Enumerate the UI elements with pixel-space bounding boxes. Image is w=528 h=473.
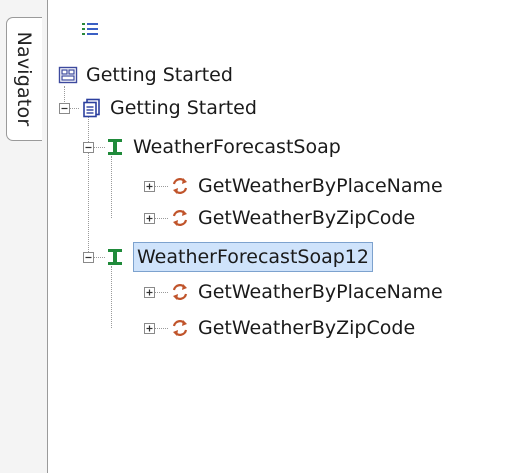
tree-item-label: GetWeatherByPlaceName xyxy=(198,281,443,303)
tree-connector xyxy=(155,328,168,329)
expand-icon[interactable] xyxy=(144,213,155,224)
interface-icon xyxy=(108,139,122,155)
expand-icon[interactable] xyxy=(144,287,155,298)
collapse-icon[interactable] xyxy=(83,142,94,153)
tree-connector xyxy=(111,156,112,218)
tree-connector xyxy=(88,116,89,256)
document-icon xyxy=(83,98,100,118)
navigator-panel: Getting Started Getting Started WeatherF… xyxy=(47,0,528,473)
tree-item-label: WeatherForecastSoap12 xyxy=(133,242,373,272)
tree-item-label: Getting Started xyxy=(86,64,233,86)
operation-icon xyxy=(172,178,188,194)
operation-icon xyxy=(172,210,188,226)
tree-connector xyxy=(93,147,105,148)
tree-item-operation[interactable]: GetWeatherByPlaceName xyxy=(170,169,443,203)
tree-item-label: GetWeatherByZipCode xyxy=(198,317,416,339)
tree-connector xyxy=(93,257,105,258)
tree-item-project[interactable]: Getting Started xyxy=(82,91,257,125)
tree-item-operation[interactable]: GetWeatherByZipCode xyxy=(170,311,415,345)
operation-icon xyxy=(172,284,188,300)
operation-icon xyxy=(172,320,188,336)
interface-icon xyxy=(108,249,122,265)
navigator-tab-label: Navigator xyxy=(13,31,35,127)
tree-item-operation[interactable]: GetWeatherByPlaceName xyxy=(170,275,443,309)
tree-connector xyxy=(155,218,168,219)
project-icon xyxy=(58,66,78,84)
tree-item-service-selected[interactable]: WeatherForecastSoap12 xyxy=(105,240,373,274)
tree-item-label: GetWeatherByPlaceName xyxy=(198,175,443,197)
tree-connector xyxy=(69,108,79,109)
tree-item-operation[interactable]: GetWeatherByZipCode xyxy=(170,201,415,235)
tree-item-root[interactable]: Getting Started xyxy=(58,58,233,92)
tree-item-label: WeatherForecastSoap xyxy=(133,136,341,158)
collapse-icon[interactable] xyxy=(59,103,70,114)
tree-connector xyxy=(155,292,168,293)
collapse-icon[interactable] xyxy=(83,252,94,263)
expand-icon[interactable] xyxy=(144,323,155,334)
tree-connector xyxy=(155,186,168,187)
tree-item-label: GetWeatherByZipCode xyxy=(198,207,416,229)
tree-item-label: Getting Started xyxy=(110,97,257,119)
list-view-icon[interactable] xyxy=(82,22,98,36)
tree-connector xyxy=(111,266,112,328)
tree-item-service[interactable]: WeatherForecastSoap xyxy=(105,130,341,164)
expand-icon[interactable] xyxy=(144,181,155,192)
